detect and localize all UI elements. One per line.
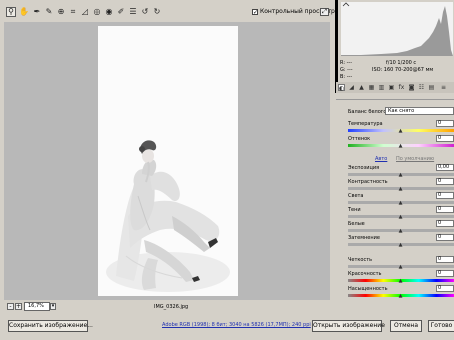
fullscreen-toggle-icon[interactable]: ⤢ xyxy=(320,8,329,16)
tint-label: Оттенок xyxy=(348,136,371,142)
temperature-slider-thumb[interactable]: ▲ xyxy=(398,129,403,134)
tab-camera-calibration-icon[interactable]: ◙ xyxy=(408,84,415,91)
exposure-value[interactable]: 0,00 xyxy=(436,164,454,171)
zoom-level-field[interactable]: 16,7% xyxy=(24,302,50,311)
whites-label: Белые xyxy=(348,221,365,227)
contrast-label: Контрастность xyxy=(348,179,388,185)
default-link[interactable]: По умолчанию xyxy=(396,156,434,162)
hand-tool-icon[interactable]: ✋ xyxy=(19,7,29,17)
done-button[interactable]: Готово xyxy=(428,320,454,332)
photo-image xyxy=(98,26,238,296)
panel-menu-icon[interactable]: ≡ xyxy=(440,84,447,91)
shadows-label: Тени xyxy=(348,207,361,213)
tab-hsl-icon[interactable]: ▦ xyxy=(368,84,375,91)
tint-value[interactable]: 0 xyxy=(436,135,454,142)
blacks-slider-thumb[interactable]: ▲ xyxy=(398,243,403,248)
canvas-status-bar: - + 16,7% ▾ IMG_0326.jpg xyxy=(4,300,330,314)
rgb-readout: R: --- G: --- B: --- xyxy=(340,60,353,81)
zoom-dropdown-icon[interactable]: ▾ xyxy=(50,303,56,310)
preview-checkbox[interactable]: ✓ xyxy=(252,9,258,16)
clarity-value[interactable]: 0 xyxy=(436,256,454,263)
brush-tool-icon[interactable]: ✐ xyxy=(116,7,126,17)
rotate-right-icon[interactable]: ↻ xyxy=(152,7,162,17)
exposure-slider-thumb[interactable]: ▲ xyxy=(398,173,403,178)
shadows-slider-thumb[interactable]: ▲ xyxy=(398,215,403,220)
photo-preview[interactable] xyxy=(98,26,238,296)
histogram-graph xyxy=(341,2,453,56)
zoom-tool-icon[interactable]: ⚲ xyxy=(6,7,16,17)
retouch-tool-icon[interactable]: ◎ xyxy=(92,7,102,17)
zoom-in-button[interactable]: + xyxy=(15,303,22,310)
aperture-shutter: f/10 1/200 с xyxy=(386,60,417,66)
temperature-value[interactable]: 0 xyxy=(436,120,454,127)
highlights-value[interactable]: 0 xyxy=(436,192,454,199)
target-adjust-tool-icon[interactable]: ⊕ xyxy=(56,7,66,17)
g-value: G: --- xyxy=(340,67,353,73)
contrast-value[interactable]: 0 xyxy=(436,178,454,185)
image-canvas[interactable] xyxy=(4,22,330,300)
whites-value[interactable]: 0 xyxy=(436,220,454,227)
blacks-value[interactable]: 0 xyxy=(436,234,454,241)
contrast-slider-thumb[interactable]: ▲ xyxy=(398,187,403,192)
open-image-button[interactable]: Открыть изображение xyxy=(312,320,385,332)
preferences-icon[interactable]: ☰ xyxy=(128,7,138,17)
save-image-button[interactable]: Сохранить изображение... xyxy=(8,320,93,332)
tab-split-toning-icon[interactable]: ▥ xyxy=(378,84,385,91)
tint-slider-thumb[interactable]: ▲ xyxy=(398,144,403,149)
shadows-value[interactable]: 0 xyxy=(436,206,454,213)
crop-tool-icon[interactable]: ⌗ xyxy=(68,7,78,17)
tab-tone-curve-icon[interactable]: ◢ xyxy=(348,84,355,91)
vibrance-value[interactable]: 0 xyxy=(436,270,454,277)
tab-presets-icon[interactable]: ☷ xyxy=(418,84,425,91)
panel-divider xyxy=(336,99,454,100)
tab-detail-icon[interactable]: ▲ xyxy=(358,84,365,91)
rotate-left-icon[interactable]: ↺ xyxy=(140,7,150,17)
zoom-out-button[interactable]: - xyxy=(7,303,14,310)
white-balance-label: Баланс белого: xyxy=(348,109,389,115)
auto-link[interactable]: Авто xyxy=(375,156,387,162)
camera-info: f/10 1/200 с ISO: 160 70-200@67 мм xyxy=(372,60,433,74)
highlights-label: Света xyxy=(348,193,364,199)
vibrance-slider-thumb[interactable]: ▲ xyxy=(398,279,403,284)
color-sampler-tool-icon[interactable]: ✎ xyxy=(44,7,54,17)
dialog-footer: Сохранить изображение... Adobe RGB (1998… xyxy=(0,314,454,340)
whites-slider-thumb[interactable]: ▲ xyxy=(398,229,403,234)
clarity-slider-thumb[interactable]: ▲ xyxy=(398,265,403,270)
tab-effects-icon[interactable]: fx xyxy=(398,84,405,91)
histogram-panel xyxy=(335,0,454,93)
blacks-label: Затемнение xyxy=(348,235,380,241)
highlights-slider-thumb[interactable]: ▲ xyxy=(398,201,403,206)
cancel-button[interactable]: Отмена xyxy=(390,320,422,332)
r-value: R: --- xyxy=(340,60,353,66)
white-balance-tool-icon[interactable]: ✒ xyxy=(32,7,42,17)
file-name: IMG_0326.jpg xyxy=(154,304,189,310)
saturation-slider-thumb[interactable]: ▲ xyxy=(398,294,403,299)
iso-lens: ISO: 160 70-200@67 мм xyxy=(372,67,434,73)
tab-basic-icon[interactable]: ◐ xyxy=(338,84,345,92)
panel-tabs: ◐ ◢ ▲ ▦ ▥ ▣ fx ◙ ☷ ▤ ≡ xyxy=(336,82,454,93)
straighten-tool-icon[interactable]: ◿ xyxy=(80,7,90,17)
workflow-options-link[interactable]: Adobe RGB (1998); 8 бит; 3040 на 5826 (1… xyxy=(162,322,311,328)
tab-lens-icon[interactable]: ▣ xyxy=(388,84,395,91)
tab-snapshots-icon[interactable]: ▤ xyxy=(428,84,435,91)
histogram xyxy=(341,2,453,56)
clarity-label: Четкость xyxy=(348,257,373,263)
red-eye-tool-icon[interactable]: ◉ xyxy=(104,7,114,17)
exposure-label: Экспозиция xyxy=(348,165,380,171)
b-value: B: --- xyxy=(340,74,353,80)
white-balance-select[interactable]: Как снято xyxy=(385,107,454,115)
saturation-value[interactable]: 0 xyxy=(436,285,454,292)
vibrance-label: Красочность xyxy=(348,271,382,277)
saturation-label: Насыщенность xyxy=(348,286,388,292)
temperature-label: Температура xyxy=(348,121,383,127)
